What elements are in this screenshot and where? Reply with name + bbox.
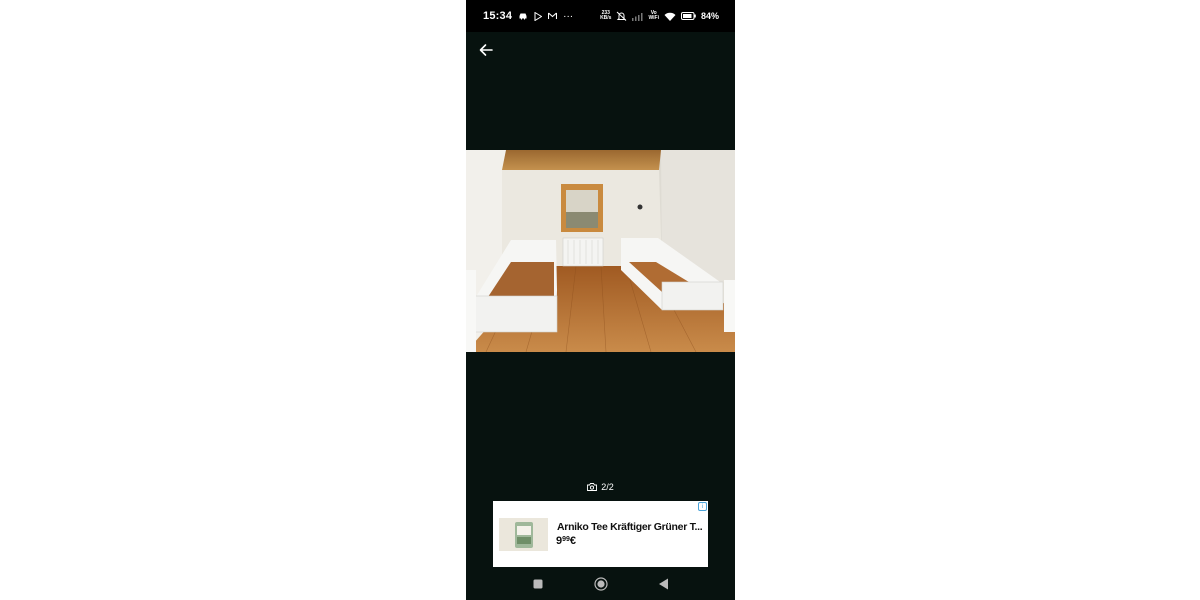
status-left: 15:34 ···	[483, 10, 573, 22]
ad-title: Arniko Tee Kräftiger Grüner T...	[557, 521, 703, 533]
wall-lamp	[637, 204, 643, 210]
ad-price-currency: €	[569, 535, 577, 547]
ad-banner[interactable]: i Arniko Tee Kräftiger Grüner T... 9 99 €	[493, 501, 708, 567]
ad-price: 9 99 €	[556, 535, 576, 547]
data-rate: 233 KB/s	[600, 11, 611, 21]
ceiling	[502, 150, 661, 170]
signal-icon	[632, 12, 643, 21]
system-back-button[interactable]	[654, 574, 674, 594]
toolbar	[466, 32, 735, 70]
mute-icon	[616, 11, 627, 21]
gmail-icon	[548, 12, 558, 20]
image-counter-text: 2/2	[601, 482, 614, 492]
navigation-bar	[466, 568, 735, 600]
radiator	[562, 237, 604, 267]
wifi-icon	[664, 12, 676, 21]
status-right: 233 KB/s Vo WiFi 84%	[600, 11, 719, 22]
recent-apps-button[interactable]	[528, 574, 548, 594]
image-counter: 2/2	[466, 480, 735, 494]
recent-apps-icon	[533, 579, 542, 589]
vowifi-bottom: WiFi	[648, 15, 659, 21]
status-time: 15:34	[483, 10, 513, 22]
battery-percent: 84%	[700, 11, 719, 21]
data-rate-unit: KB/s	[600, 15, 612, 21]
ad-price-cents: 99	[562, 536, 570, 543]
status-bar: 15:34 ··· 233 KB/s Vo WiFi 84%	[466, 0, 735, 32]
vowifi-label: Vo WiFi	[648, 11, 659, 21]
back-button[interactable]	[476, 40, 496, 60]
play-store-icon	[534, 11, 543, 21]
camera-icon	[587, 483, 598, 491]
car-icon	[518, 12, 528, 20]
room-photo[interactable]	[466, 150, 735, 352]
door-edge	[724, 280, 735, 332]
phone-screen: 15:34 ··· 233 KB/s Vo WiFi 84% 2/2 i Arn…	[466, 0, 735, 600]
battery-icon	[680, 12, 696, 20]
home-icon	[593, 577, 608, 591]
back-icon	[659, 578, 668, 590]
ad-product-image	[499, 518, 548, 551]
ad-info-badge[interactable]: i	[698, 502, 707, 511]
more-notifications: ···	[563, 10, 574, 22]
arrow-left-icon	[479, 44, 493, 56]
home-button[interactable]	[591, 574, 611, 594]
